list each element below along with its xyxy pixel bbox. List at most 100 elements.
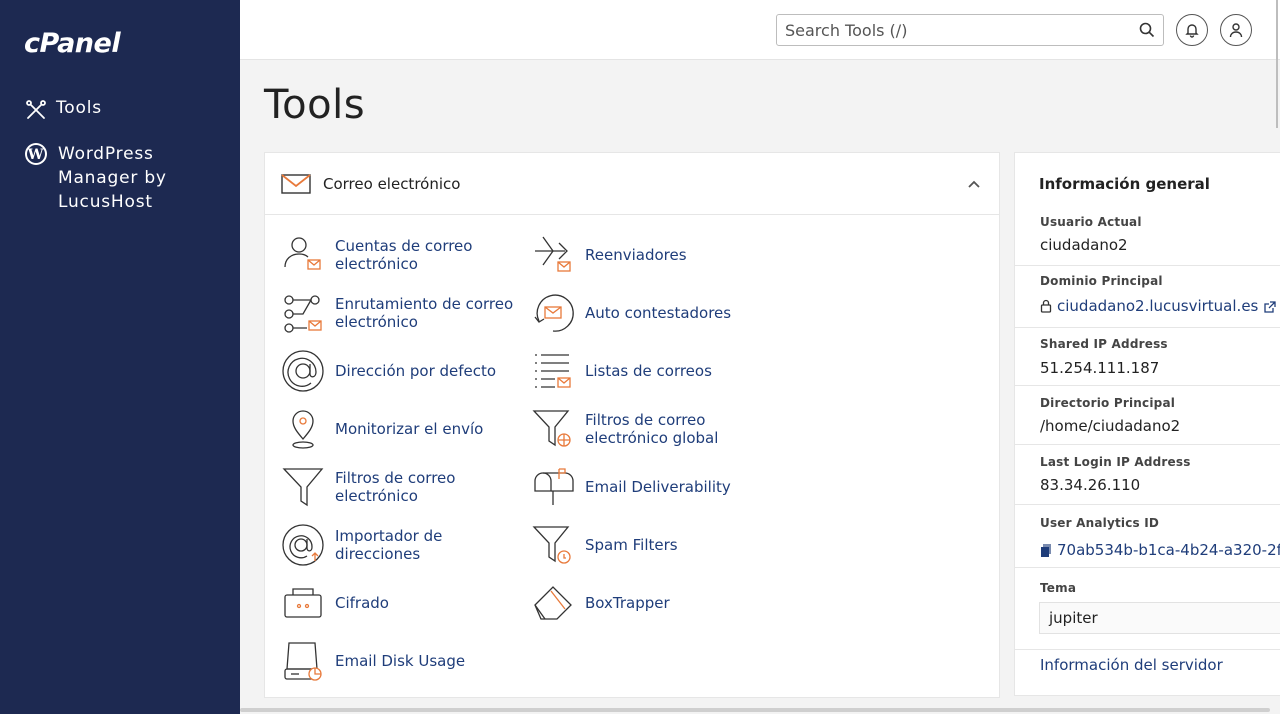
server-info-link[interactable]: Información del servidor [1040,656,1223,674]
info-label: Last Login IP Address [1040,455,1191,469]
info-row-analytics: User Analytics ID 70ab534b-b1ca-4b24-a32… [1015,504,1280,567]
chevron-up-icon[interactable] [965,175,983,193]
tool-email-deliverability[interactable]: Email Deliverability [531,465,791,509]
tool-label: Email Disk Usage [335,652,466,670]
current-user-value: ciudadano2 [1040,236,1128,254]
topbar [240,0,1280,60]
general-info-panel: Información general Usuario Actual ciuda… [1014,152,1280,696]
disk-usage-icon [284,642,322,681]
svg-text:W: W [27,147,45,163]
info-row-server-info: Información del servidor [1015,649,1280,697]
home-dir-value: /home/ciudadano2 [1040,417,1181,435]
tool-label: Importador de direcciones [335,527,443,563]
tool-autoresponders[interactable]: Auto contestadores [531,291,791,335]
tool-boxtrapper[interactable]: BoxTrapper [531,581,791,625]
tool-label: Cuentas de correo electrónico [335,237,473,273]
tool-global-filters[interactable]: Filtros de correo electrónico global [531,407,791,451]
tool-mailing-lists[interactable]: Listas de correos [531,349,791,393]
mailing-lists-icon [535,354,571,388]
info-row-current-user: Usuario Actual ciudadano2 [1015,205,1280,263]
user-icon [1229,23,1243,38]
sidebar-item-label: WordPress Manager by LucusHost [58,144,167,212]
tool-label: Monitorizar el envío [335,420,484,438]
tool-label: Dirección por defecto [335,362,497,380]
notifications-button[interactable] [1176,14,1208,46]
domain-text: ciudadano2.lucusvirtual.es [1057,297,1259,315]
info-label: Dominio Principal [1040,274,1163,288]
lock-icon [1040,299,1052,313]
tool-encryption[interactable]: Cifrado [281,581,531,625]
tool-track-delivery[interactable]: Monitorizar el envío [281,407,531,451]
last-login-value: 83.34.26.110 [1040,476,1141,494]
horizontal-scrollbar[interactable] [240,708,1270,712]
primary-domain-link[interactable]: ciudadano2.lucusvirtual.es [1040,297,1277,315]
tool-address-importer[interactable]: Importador de direcciones [281,523,531,567]
search-input[interactable] [777,15,1117,45]
info-label: Usuario Actual [1040,215,1142,229]
tool-forwarders[interactable]: Reenviadores [531,233,791,277]
bell-icon [1185,24,1199,38]
analytics-id-copy[interactable]: 70ab534b-b1ca-4b24-a320-2f… [1040,541,1280,559]
email-section-header[interactable]: Correo electrónico [265,153,999,215]
copy-icon [1041,543,1051,557]
mailbox-icon [534,468,574,505]
info-row-primary-domain: Dominio Principal ciudadano2.lucusvirtua… [1015,265,1280,327]
autoresponders-icon [534,294,574,332]
theme-select[interactable]: jupiter [1039,602,1280,634]
cpanel-logo[interactable]: cPanel [24,28,121,59]
track-delivery-icon [292,410,314,449]
tool-label: Reenviadores [585,246,687,264]
analytics-id-value: 70ab534b-b1ca-4b24-a320-2f… [1057,541,1280,559]
page-title: Tools [264,82,366,128]
sidebar-item-tools[interactable]: Tools [24,98,102,122]
info-row-theme: Tema jupiter [1015,567,1280,649]
spam-filters-icon [532,526,571,564]
tool-email-disk-usage[interactable]: Email Disk Usage [281,639,531,683]
wordpress-icon: W [24,142,48,166]
info-label: Shared IP Address [1040,337,1168,351]
envelope-icon [281,173,311,194]
tool-label: Filtros de correo electrónico [335,469,456,505]
tool-label: Spam Filters [585,536,678,554]
sidebar-item-wordpress[interactable]: W WordPress Manager by LucusHost [24,142,234,214]
encryption-icon [284,588,322,618]
email-accounts-icon [284,237,321,270]
info-label: Tema [1040,581,1077,595]
search-box [776,14,1164,46]
info-title: Información general [1039,175,1210,193]
tool-email-accounts[interactable]: Cuentas de correo electrónico [281,233,531,277]
global-filters-icon [532,410,571,447]
search-icon[interactable] [1137,20,1157,40]
address-importer-icon [282,524,324,566]
external-link-icon [1264,301,1277,313]
email-routing-icon [284,295,322,333]
tool-label: Email Deliverability [585,478,731,496]
email-filters-icon [282,468,324,507]
tool-label: Listas de correos [585,362,712,380]
forwarders-icon [535,236,571,272]
tool-label: BoxTrapper [585,594,670,612]
scrollbar[interactable] [1274,0,1280,130]
tool-email-filters[interactable]: Filtros de correo electrónico [281,465,531,509]
info-label: User Analytics ID [1040,516,1160,530]
tool-email-routing[interactable]: Enrutamiento de correo electrónico [281,291,531,335]
tool-label: Enrutamiento de correo electrónico [335,295,514,331]
sidebar: cPanel Tools W WordPress Manager by Lucu… [0,0,240,714]
sidebar-item-label: Tools [56,98,102,118]
boxtrapper-icon [534,586,572,620]
tool-label: Filtros de correo electrónico global [585,411,719,447]
info-label: Directorio Principal [1040,396,1176,410]
shared-ip-value: 51.254.111.187 [1040,359,1160,377]
section-title: Correo electrónico [323,174,461,193]
tool-default-address[interactable]: Dirección por defecto [281,349,531,393]
default-address-icon [282,350,324,392]
email-section-card: Correo electrónico Cuentas de correo ele… [264,152,1000,698]
user-menu-button[interactable] [1220,14,1252,46]
tool-spam-filters[interactable]: Spam Filters [531,523,791,567]
tool-label: Auto contestadores [585,304,732,322]
tools-icon [24,98,48,122]
info-row-home-dir: Directorio Principal /home/ciudadano2 [1015,385,1280,444]
tool-label: Cifrado [335,594,389,612]
info-row-shared-ip: Shared IP Address 51.254.111.187 [1015,327,1280,385]
info-row-last-login: Last Login IP Address 83.34.26.110 [1015,444,1280,504]
